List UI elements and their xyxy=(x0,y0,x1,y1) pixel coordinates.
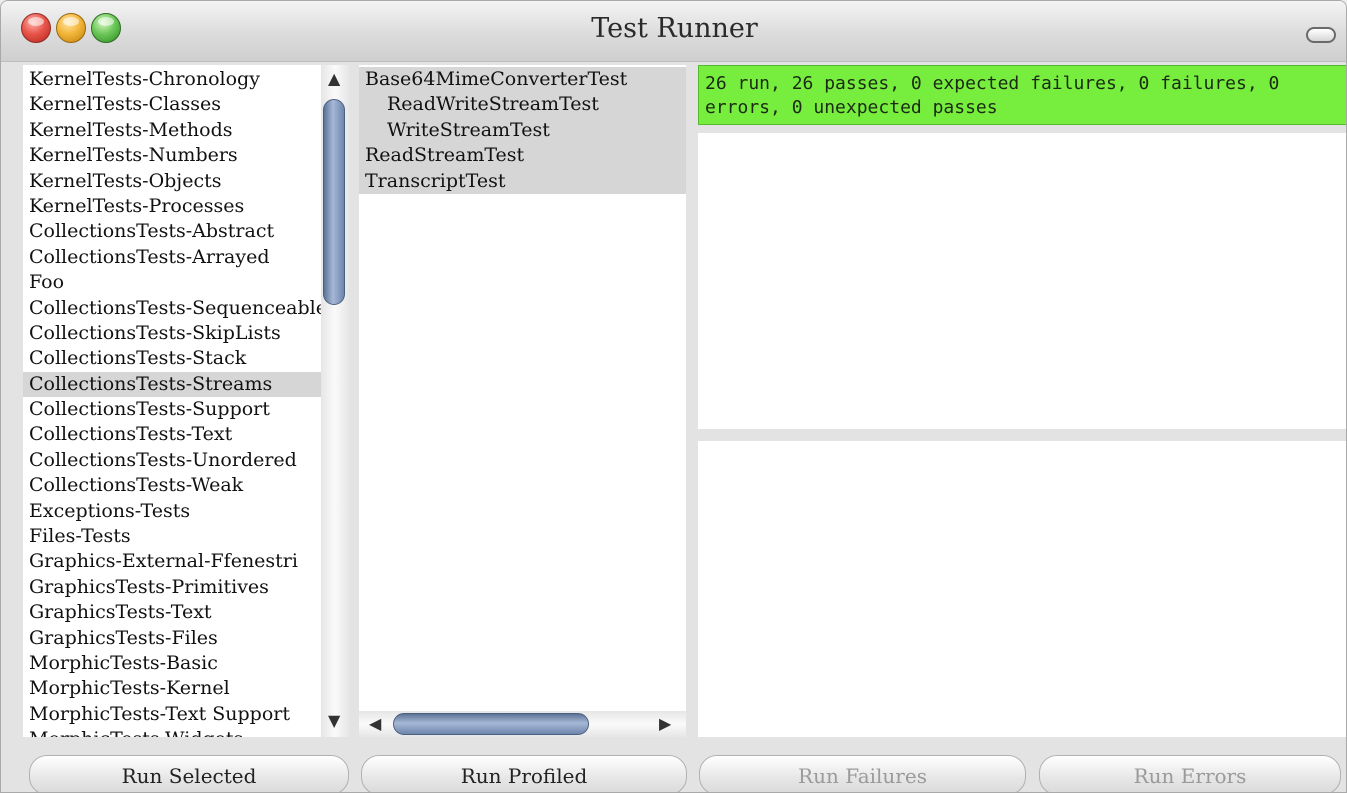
category-item[interactable]: KernelTests-Classes xyxy=(23,92,321,117)
category-vertical-scrollbar[interactable]: ▲ ▼ xyxy=(321,65,349,737)
category-item[interactable]: Foo xyxy=(23,270,321,295)
category-item-selected[interactable]: CollectionsTests-Streams xyxy=(23,371,321,398)
category-item[interactable]: CollectionsTests-Abstract xyxy=(23,219,321,244)
run-errors-button[interactable]: Run Errors xyxy=(1039,755,1341,792)
category-list[interactable]: KernelTests-Chronology KernelTests-Class… xyxy=(23,65,349,737)
category-scroll-thumb[interactable] xyxy=(323,99,345,305)
category-item[interactable]: CollectionsTests-Arrayed xyxy=(23,245,321,270)
test-class-rows: Base64MimeConverterTest ReadWriteStreamT… xyxy=(359,67,686,194)
category-item[interactable]: MorphicTests-Widgets xyxy=(23,727,321,737)
category-item[interactable]: CollectionsTests-Weak xyxy=(23,473,321,498)
category-item[interactable]: CollectionsTests-Text xyxy=(23,422,321,447)
scroll-left-icon[interactable]: ◀ xyxy=(369,716,381,732)
category-item[interactable]: GraphicsTests-Text xyxy=(23,600,321,625)
run-selected-button[interactable]: Run Selected xyxy=(29,755,349,792)
category-item[interactable]: GraphicsTests-Primitives xyxy=(23,575,321,600)
category-item[interactable]: MorphicTests-Kernel xyxy=(23,676,321,701)
category-item[interactable]: CollectionsTests-SkipLists xyxy=(23,321,321,346)
title-bar[interactable]: Test Runner xyxy=(1,1,1346,62)
category-item[interactable]: KernelTests-Processes xyxy=(23,194,321,219)
category-item[interactable]: KernelTests-Chronology xyxy=(23,67,321,92)
category-item[interactable]: CollectionsTests-Sequenceable xyxy=(23,296,321,321)
test-class-item[interactable]: ReadStreamTest xyxy=(359,143,686,168)
test-class-item[interactable]: Base64MimeConverterTest xyxy=(359,67,686,92)
category-item[interactable]: GraphicsTests-Files xyxy=(23,626,321,651)
test-class-horizontal-scrollbar[interactable]: ◀ ▶ xyxy=(359,711,686,737)
toolbar-toggle-button[interactable] xyxy=(1306,27,1336,43)
category-item[interactable]: CollectionsTests-Unordered xyxy=(23,448,321,473)
category-item[interactable]: Graphics-External-Ffenestri xyxy=(23,549,321,574)
category-item[interactable]: Exceptions-Tests xyxy=(23,499,321,524)
button-bar: Run Selected Run Profiled Run Failures R… xyxy=(1,743,1346,792)
result-summary: 26 run, 26 passes, 0 expected failures, … xyxy=(698,65,1346,125)
errors-list[interactable] xyxy=(698,441,1346,737)
category-item[interactable]: Files-Tests xyxy=(23,524,321,549)
test-class-scroll-thumb[interactable] xyxy=(393,713,589,735)
category-item[interactable]: MorphicTests-Text Support xyxy=(23,702,321,727)
category-item[interactable]: MorphicTests-Basic xyxy=(23,651,321,676)
run-failures-button[interactable]: Run Failures xyxy=(699,755,1026,792)
category-item[interactable]: CollectionsTests-Stack xyxy=(23,346,321,371)
test-class-item[interactable]: ReadWriteStreamTest xyxy=(359,92,686,117)
scroll-up-icon[interactable]: ▲ xyxy=(328,71,340,87)
category-item[interactable]: CollectionsTests-Support xyxy=(23,397,321,422)
test-runner-window: Test Runner KernelTests-Chronology Kerne… xyxy=(0,0,1347,793)
category-rows: KernelTests-Chronology KernelTests-Class… xyxy=(23,67,321,737)
run-profiled-button[interactable]: Run Profiled xyxy=(361,755,687,792)
test-class-list[interactable]: Base64MimeConverterTest ReadWriteStreamT… xyxy=(359,65,686,737)
failures-list[interactable] xyxy=(698,133,1346,429)
scroll-right-icon[interactable]: ▶ xyxy=(659,716,671,732)
category-item[interactable]: KernelTests-Methods xyxy=(23,118,321,143)
scroll-down-icon[interactable]: ▼ xyxy=(328,713,340,729)
window-title: Test Runner xyxy=(591,13,758,44)
category-item[interactable]: KernelTests-Objects xyxy=(23,169,321,194)
test-class-item[interactable]: WriteStreamTest xyxy=(359,118,686,143)
test-class-item[interactable]: TranscriptTest xyxy=(359,169,686,194)
category-item[interactable]: KernelTests-Numbers xyxy=(23,143,321,168)
